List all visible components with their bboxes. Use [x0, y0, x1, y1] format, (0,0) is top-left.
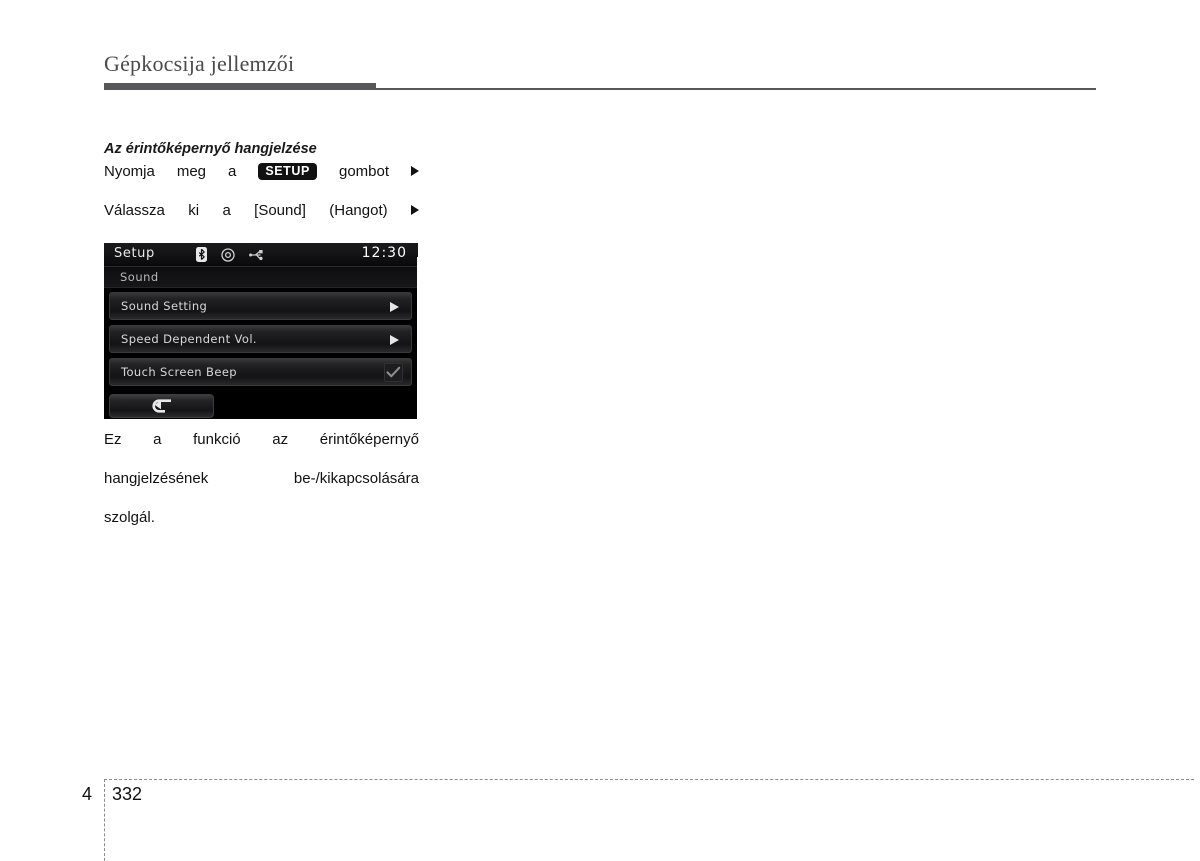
footer-chapter-number: 4: [82, 784, 93, 804]
header-rule-thick: [104, 83, 376, 91]
device-title-bar: Setup 12:30: [104, 243, 417, 267]
step-arrow-icon: [411, 204, 420, 215]
menu-item-label: Sound Setting: [121, 299, 208, 313]
device-footer-bar: [104, 391, 417, 419]
menu-item-touch-screen-beep[interactable]: Touch Screen Beep: [109, 358, 412, 386]
caption-line-2: hangjelzésének be-/kikapcsolására: [104, 470, 419, 487]
instruction-line-1: Nyomja meg a SETUP gombot: [104, 162, 420, 201]
device-breadcrumb: Sound: [120, 270, 159, 284]
instruction-line-1-pre: Nyomja meg a: [104, 162, 237, 180]
menu-item-label: Touch Screen Beep: [121, 365, 237, 379]
device-clock: 12:30: [361, 245, 407, 261]
footer-divider: [104, 779, 105, 861]
usb-icon: [249, 248, 266, 266]
device-breadcrumb-bar: Sound: [104, 267, 417, 288]
bluetooth-icon: [196, 247, 207, 267]
instruction-line-2-pre: Válassza ki a [Sound] (Hangot): [104, 201, 388, 219]
device-caption: Ez a funkció az érintőképernyő hangjelzé…: [104, 430, 419, 528]
check-icon: [386, 366, 401, 378]
instruction-line-1-post: gombot: [338, 162, 390, 180]
menu-item-label: Speed Dependent Vol.: [121, 332, 257, 346]
device-menu-list: Sound Setting Speed Dependent Vol. Touch…: [104, 288, 417, 386]
menu-item-sound-setting[interactable]: Sound Setting: [109, 292, 412, 320]
checkbox-touch-screen-beep[interactable]: [384, 363, 403, 382]
chevron-right-icon: [390, 335, 399, 345]
disc-icon: [221, 247, 235, 267]
header-rule-thin: [376, 88, 1096, 91]
section-subheading: Az érintőképernyő hangjelzése: [104, 141, 317, 157]
page-header: Gépkocsija jellemzői: [104, 51, 1096, 93]
back-arrow-icon: [152, 399, 171, 413]
caption-line-3: szolgál.: [104, 509, 155, 526]
chevron-right-icon: [390, 302, 399, 312]
footer-page-number: 332: [112, 784, 143, 804]
device-title: Setup: [114, 246, 155, 261]
page-title: Gépkocsija jellemzői: [104, 51, 295, 76]
setup-key-badge[interactable]: SETUP: [258, 162, 317, 180]
device-status-icons: [196, 247, 266, 267]
caption-line-1: Ez a funkció az érintőképernyő: [104, 431, 419, 448]
header-rule: [104, 83, 1096, 93]
instruction-line-2: Válassza ki a [Sound] (Hangot): [104, 201, 420, 240]
device-screenshot: Setup 12:30 Sound Sound Setting Speed De…: [104, 243, 417, 419]
footer-rule: [104, 779, 1194, 780]
step-arrow-icon: [411, 165, 420, 176]
menu-item-speed-dependent-vol[interactable]: Speed Dependent Vol.: [109, 325, 412, 353]
back-button[interactable]: [109, 394, 214, 418]
